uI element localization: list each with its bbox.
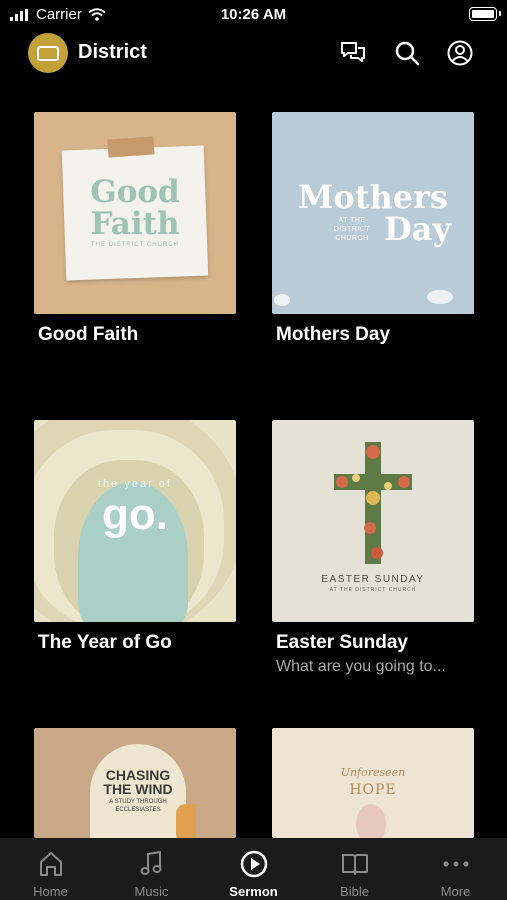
series-card-mothers-day[interactable]: Mothers AT THE DISTRICT CHURCH Day Mothe… [272, 112, 474, 345]
chat-icon[interactable] [339, 39, 367, 67]
artwork-subtitle: AT THE DISTRICT CHURCH [329, 587, 417, 593]
artwork-title: HOPE [349, 782, 397, 798]
artwork-title: CHASING THE WIND [103, 767, 173, 797]
more-dots-icon [443, 861, 469, 867]
series-title: Good Faith [38, 324, 139, 345]
artwork-subtitle: Unforeseen [340, 766, 406, 779]
tab-label: Music [134, 884, 169, 899]
series-artwork[interactable]: EASTER SUNDAY AT THE DISTRICT CHURCH [272, 420, 474, 622]
status-time: 10:26 AM [220, 6, 287, 23]
series-artwork[interactable]: Mothers AT THE DISTRICT CHURCH Day [272, 112, 474, 314]
artwork-title: Good Faith [90, 174, 180, 242]
series-card-good-faith[interactable]: Good Faith THE DISTRICT CHURCH Good Faith [34, 112, 236, 345]
flower-decoration [274, 294, 290, 306]
tab-label: Home [33, 884, 68, 899]
home-icon [40, 852, 62, 876]
artwork-title-second: Day [384, 210, 452, 248]
music-note-icon [140, 850, 162, 875]
floral-cross-image [334, 442, 412, 564]
series-artwork[interactable]: CHASING THE WIND A STUDY THROUGH ECCLESI… [34, 728, 236, 838]
play-circle-icon [240, 850, 268, 878]
tab-label: Bible [340, 884, 369, 899]
bottom-tab-bar: Home Music Sermon Bible More [0, 838, 507, 900]
series-card-hope[interactable]: Unforeseen HOPE [272, 728, 474, 838]
battery-icon [469, 7, 501, 21]
tab-sermon[interactable]: Sermon [203, 838, 304, 900]
series-title: Mothers Day [276, 324, 391, 345]
tab-more[interactable]: More [405, 838, 506, 900]
tab-bible[interactable]: Bible [304, 838, 405, 900]
artwork-subtitle: THE DISTRICT CHURCH [91, 242, 179, 248]
series-card-easter-sunday[interactable]: EASTER SUNDAY AT THE DISTRICT CHURCH Eas… [272, 420, 474, 675]
artwork-subtitle: the year of [98, 478, 172, 490]
series-description: What are you going to... [276, 658, 446, 675]
app-title: District [78, 41, 147, 63]
series-card-chasing-the-wind[interactable]: CHASING THE WIND A STUDY THROUGH ECCLESI… [34, 728, 236, 838]
tab-music[interactable]: Music [101, 838, 202, 900]
series-artwork[interactable]: the year of go. [34, 420, 236, 622]
artwork-subtitle: AT THE DISTRICT CHURCH [333, 217, 371, 242]
series-artwork[interactable]: Good Faith THE DISTRICT CHURCH [34, 112, 236, 314]
series-card-year-of-go[interactable]: the year of go. The Year of Go [34, 420, 236, 653]
church-logo[interactable] [28, 33, 68, 73]
tape-strip [107, 136, 155, 158]
profile-icon[interactable] [446, 39, 474, 67]
tab-label: More [440, 884, 471, 899]
series-title: The Year of Go [38, 632, 172, 653]
artwork-title: EASTER SUNDAY [321, 574, 425, 585]
flower-decoration [356, 804, 386, 838]
tab-home[interactable]: Home [0, 838, 101, 900]
status-bar: Carrier 10:26 AM [0, 0, 507, 30]
book-icon [342, 854, 368, 875]
artwork-title: go. [102, 490, 168, 539]
search-icon[interactable] [393, 39, 421, 67]
artwork-subtitle: A STUDY THROUGH ECCLESIASTES [109, 799, 167, 813]
series-title: Easter Sunday [276, 632, 408, 653]
flower-decoration [427, 290, 453, 304]
app-header: District [0, 30, 507, 78]
tab-label: Sermon [229, 884, 278, 899]
series-artwork[interactable]: Unforeseen HOPE [272, 728, 474, 838]
